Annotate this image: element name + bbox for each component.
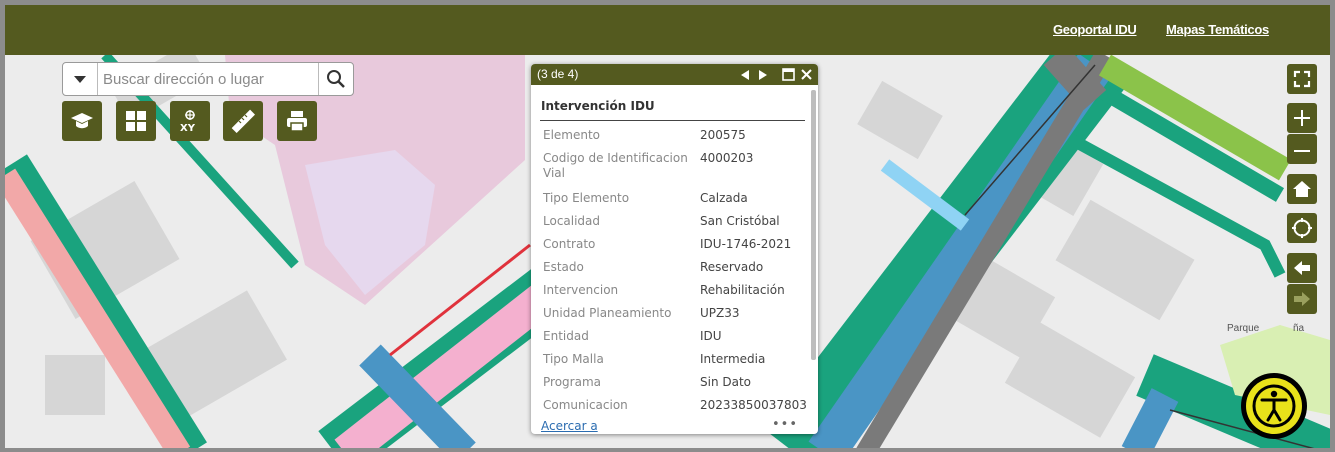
search-box [62, 62, 354, 96]
search-icon [327, 70, 345, 88]
grid-basemap-icon [126, 111, 146, 131]
map-label-parque: Parque [1227, 323, 1260, 334]
zoom-in-icon [1294, 110, 1310, 126]
app-frame: Geoportal IDU Mapas Temáticos Parque ña … [0, 0, 1335, 452]
search-input[interactable] [103, 63, 313, 95]
svg-text:XY: XY [180, 123, 196, 133]
attribute-row: Codigo de Identificacion Vial 4000203 [543, 151, 754, 180]
home-button[interactable] [1287, 174, 1317, 204]
zoom-to-link[interactable]: Acercar a [541, 419, 598, 433]
back-arrow-icon [1294, 261, 1310, 275]
attribute-row: Intervencion Rehabilitación [543, 283, 785, 297]
locate-button[interactable] [1287, 213, 1317, 243]
zoom-out-button[interactable] [1287, 134, 1317, 164]
feature-popup: (3 de 4) Intervención IDU Elemento 200575… [531, 64, 818, 434]
link-geoportal-idu[interactable]: Geoportal IDU [1053, 22, 1137, 37]
popup-title-divider [540, 120, 805, 121]
popup-header: (3 de 4) [531, 64, 818, 85]
close-icon[interactable] [800, 68, 813, 81]
more-actions-button[interactable]: ••• [772, 417, 798, 432]
attribute-row: Programa Sin Dato [543, 375, 752, 389]
popup-scrollbar[interactable] [811, 90, 816, 360]
attribute-row: Comunicacion 20233850037803 [543, 398, 807, 412]
search-button[interactable] [318, 63, 353, 95]
forward-extent-button[interactable] [1287, 284, 1317, 314]
accessibility-icon [1252, 384, 1296, 428]
fullscreen-icon [1293, 70, 1311, 88]
next-feature-icon[interactable] [757, 69, 769, 81]
attribute-row: Entidad IDU [543, 329, 722, 343]
zoom-out-icon [1294, 150, 1310, 152]
tool-button-print[interactable] [277, 101, 317, 141]
attribute-row: Estado Reservado [543, 260, 764, 274]
back-extent-button[interactable] [1287, 253, 1317, 283]
accessibility-button-inner [1246, 378, 1302, 434]
attribute-row: Localidad San Cristóbal [543, 214, 780, 228]
tool-button-coordinates[interactable]: XY [170, 101, 210, 141]
accessibility-button[interactable] [1241, 373, 1307, 439]
ruler-measure-icon [231, 109, 255, 133]
link-mapas-tematicos[interactable]: Mapas Temáticos [1166, 22, 1269, 37]
map-label-park-suffix: ña [1293, 323, 1305, 334]
attribute-row: Tipo Malla Intermedia [543, 352, 766, 366]
search-source-dropdown[interactable] [63, 63, 98, 95]
attribute-row: Elemento 200575 [543, 128, 746, 142]
maximize-icon[interactable] [782, 68, 795, 81]
attribute-row: Unidad Planeamiento UPZ33 [543, 306, 740, 320]
popup-attribute-table: Elemento 200575 Codigo de Identificacion … [543, 128, 808, 421]
tool-button-learn[interactable] [62, 101, 102, 141]
printer-icon [287, 111, 307, 132]
top-header-bar: Geoportal IDU Mapas Temáticos [5, 5, 1330, 55]
graduation-cap-icon [71, 113, 93, 129]
tool-button-measure[interactable] [223, 101, 263, 141]
fullscreen-button[interactable] [1287, 64, 1317, 94]
tool-button-basemap[interactable] [116, 101, 156, 141]
xy-coordinates-icon: XY [180, 110, 196, 133]
popup-counter: (3 de 4) [537, 67, 579, 81]
home-icon [1293, 181, 1311, 197]
popup-title: Intervención IDU [541, 99, 655, 113]
locate-icon [1292, 218, 1312, 238]
previous-feature-icon[interactable] [739, 69, 751, 81]
attribute-row: Tipo Elemento Calzada [543, 191, 748, 205]
zoom-in-button[interactable] [1287, 103, 1317, 133]
attribute-row: Contrato IDU-1746-2021 [543, 237, 792, 251]
forward-arrow-icon [1294, 292, 1310, 306]
